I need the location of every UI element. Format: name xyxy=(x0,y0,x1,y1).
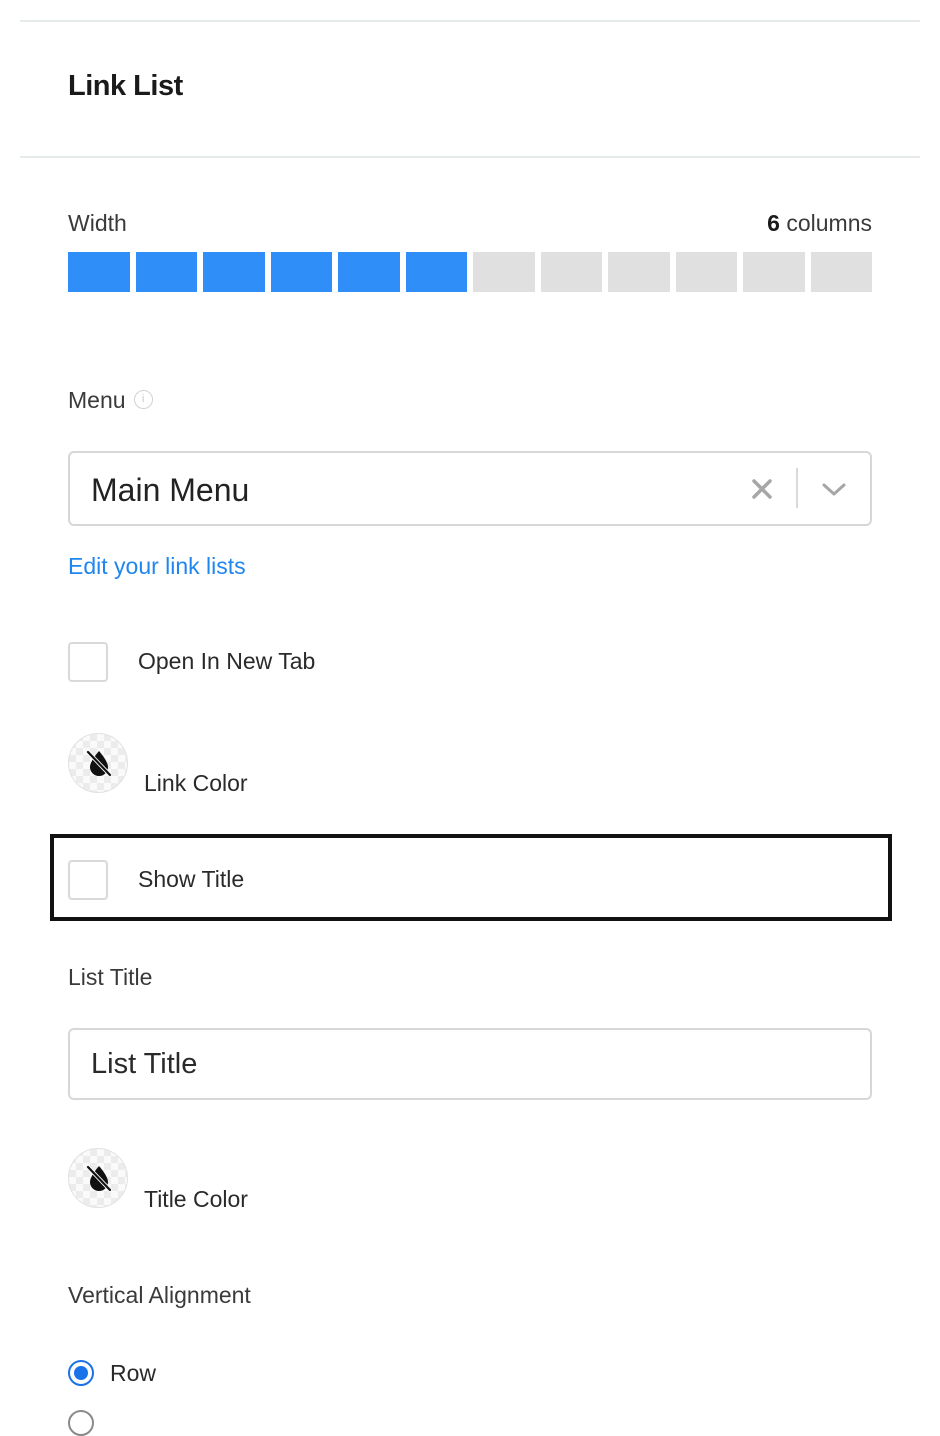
no-color-drop-icon xyxy=(86,1165,112,1192)
open-new-tab-checkbox[interactable] xyxy=(68,642,108,682)
radio-selected-dot xyxy=(74,1366,88,1380)
width-column-segment[interactable] xyxy=(203,252,265,292)
alignment-row-radio[interactable] xyxy=(68,1360,94,1386)
top-divider xyxy=(20,20,920,22)
width-column-segment[interactable] xyxy=(405,252,467,292)
width-column-segment[interactable] xyxy=(473,252,535,292)
width-column-segment[interactable] xyxy=(608,252,670,292)
alignment-row-label: Row xyxy=(110,1360,157,1386)
close-icon[interactable] xyxy=(748,475,776,503)
width-count: 6 xyxy=(767,210,780,236)
menu-label: Menu i xyxy=(68,387,153,414)
width-column-segment[interactable] xyxy=(338,252,400,292)
vertical-alignment-label: Vertical Alignment xyxy=(68,1282,251,1308)
link-color-swatch[interactable] xyxy=(68,733,128,793)
width-column-segment[interactable] xyxy=(540,252,602,292)
info-icon[interactable]: i xyxy=(133,390,153,410)
title-color-swatch[interactable] xyxy=(68,1148,128,1208)
width-column-selector[interactable] xyxy=(68,252,872,292)
show-title-checkbox[interactable] xyxy=(68,860,108,900)
list-title-input[interactable] xyxy=(68,1028,872,1100)
menu-select-value: Main Menu xyxy=(91,472,250,508)
link-color-label: Link Color xyxy=(144,770,248,796)
width-unit: columns xyxy=(779,210,872,236)
open-new-tab-label: Open In New Tab xyxy=(138,648,316,674)
width-column-segment[interactable] xyxy=(135,252,197,292)
width-column-segment[interactable] xyxy=(68,252,130,292)
header-divider xyxy=(20,156,920,158)
title-color-label: Title Color xyxy=(144,1186,248,1212)
panel-title: Link List xyxy=(68,70,183,102)
width-label: Width xyxy=(68,210,127,236)
show-title-label: Show Title xyxy=(138,866,245,892)
width-value: 6 columns xyxy=(767,210,872,237)
menu-label-text: Menu xyxy=(68,387,126,413)
width-column-segment[interactable] xyxy=(270,252,332,292)
width-column-segment[interactable] xyxy=(675,252,737,292)
width-column-segment[interactable] xyxy=(810,252,872,292)
alignment-next-radio[interactable] xyxy=(68,1410,94,1436)
menu-select[interactable]: Main Menu xyxy=(68,451,872,526)
select-separator xyxy=(796,468,798,508)
edit-link-lists-link[interactable]: Edit your link lists xyxy=(68,553,246,580)
chevron-down-icon[interactable] xyxy=(820,477,848,501)
width-column-segment[interactable] xyxy=(743,252,805,292)
no-color-drop-icon xyxy=(86,750,112,777)
list-title-label: List Title xyxy=(68,964,153,990)
